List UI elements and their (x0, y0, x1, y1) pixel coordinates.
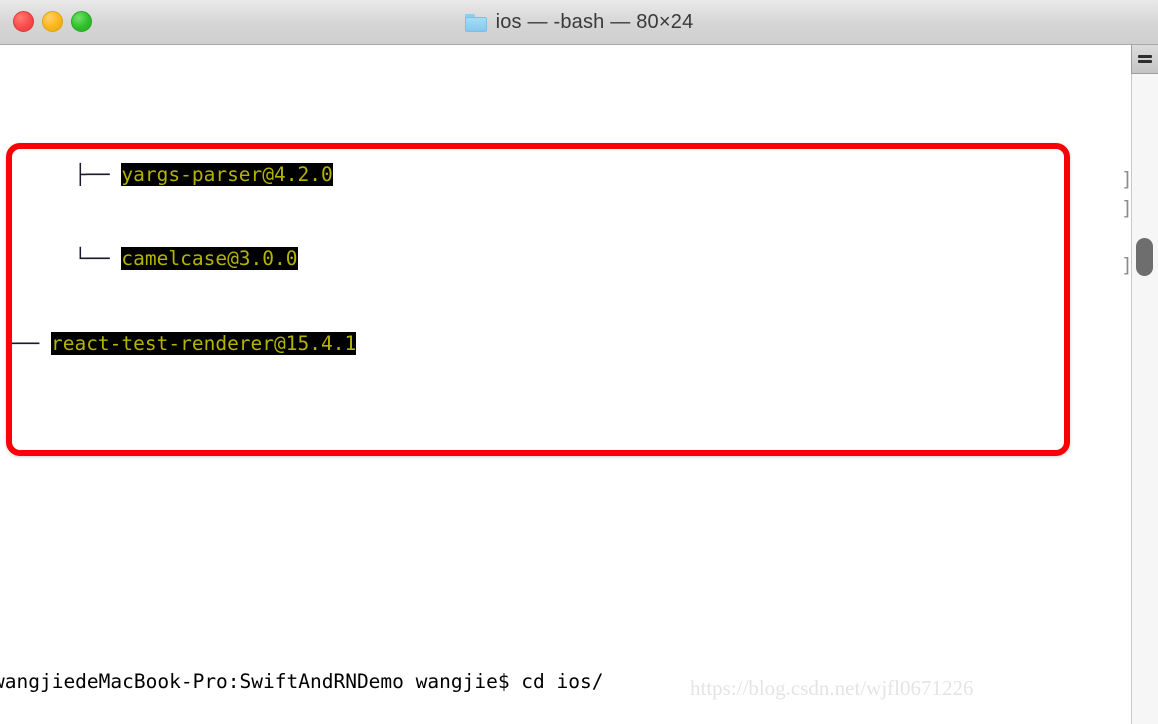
tree-package-label: camelcase@3.0.0 (121, 247, 298, 271)
window-title: ios — -bash — 80×24 (495, 11, 694, 33)
scrollbar-menu-button[interactable] (1131, 45, 1158, 74)
terminal-window: ios — -bash — 80×24 │ ├── yargs-parser@4… (0, 0, 1158, 724)
window-title-group: ios — -bash — 80×24 (0, 0, 1158, 45)
hamburger-menu-icon (1138, 53, 1152, 65)
close-button[interactable] (13, 11, 34, 32)
zoom-button[interactable] (71, 11, 92, 32)
vertical-scrollbar[interactable] (1131, 45, 1158, 724)
terminal-line: wangjiedeMacBook-Pro:SwiftAndRNDemo wang… (0, 670, 604, 694)
tree-branch-glyph: │ ├── (4, 162, 122, 186)
scroll-thumb[interactable] (1136, 238, 1153, 276)
window-titlebar[interactable]: ios — -bash — 80×24 (0, 0, 1158, 45)
tree-line: │ └── camelcase@3.0.0 (4, 245, 1131, 273)
minimize-button[interactable] (42, 11, 63, 32)
tree-package-label: yargs-parser@4.2.0 (121, 162, 333, 186)
tree-branch-glyph: │ └── (4, 247, 122, 271)
tree-package-label: react-test-renderer@15.4.1 (50, 332, 357, 355)
boxed-output-block: wangjiedeMacBook-Pro:SwiftAndRNDemo wang… (0, 612, 1131, 724)
wrap-marker-gutter: ] ] ] (1107, 45, 1133, 724)
terminal-lines: │ ├── yargs-parser@4.2.0 │ └── camelcase… (0, 48, 1131, 724)
terminal-output-area[interactable]: │ ├── yargs-parser@4.2.0 │ └── camelcase… (0, 45, 1131, 724)
tree-line: └── react-test-renderer@15.4.1 (4, 330, 1131, 358)
tree-line: │ ├── yargs-parser@4.2.0 (4, 161, 1131, 189)
tree-branch-glyph: └── (4, 332, 51, 355)
traffic-light-group (13, 11, 92, 32)
folder-icon (464, 13, 487, 32)
